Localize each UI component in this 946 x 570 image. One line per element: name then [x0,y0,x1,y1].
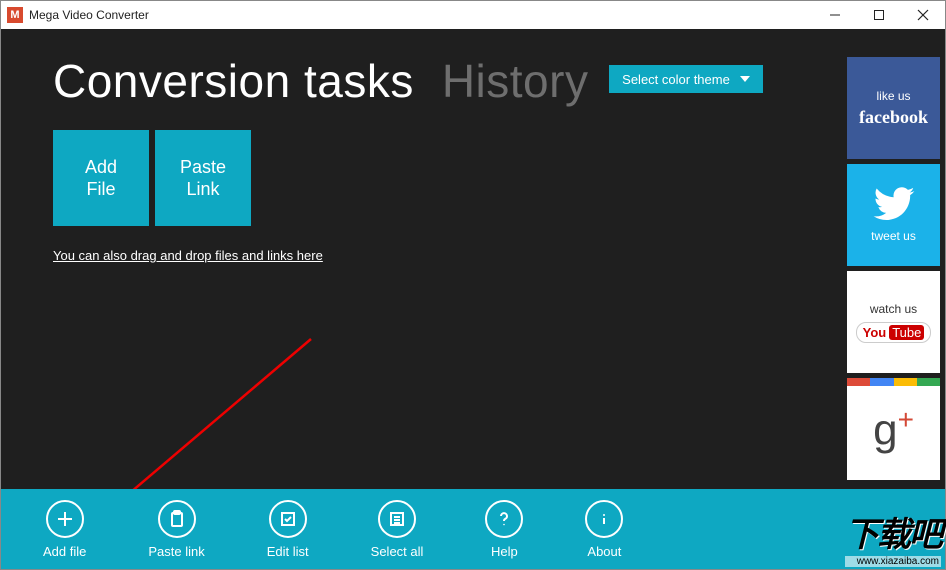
twitter-icon [873,187,915,221]
google-stripe-icon [847,378,940,386]
tab-conversion-tasks[interactable]: Conversion tasks [53,54,414,108]
help-button[interactable]: Help [485,500,523,559]
plus-icon [56,510,74,528]
select-all-icon [388,510,406,528]
select-all-button[interactable]: Select all [371,500,424,559]
close-button[interactable] [901,1,945,29]
content-area: Select color theme Conversion tasks Hist… [1,29,945,489]
window-title: Mega Video Converter [29,8,813,22]
main-panel: Conversion tasks History Add File Paste … [1,29,847,489]
add-file-button[interactable]: Add file [43,500,86,559]
facebook-icon: facebook [859,107,928,128]
twitter-tile[interactable]: tweet us [847,164,940,266]
app-icon: M [7,7,23,23]
bottom-toolbar: Add file Paste link Edit list Select all… [1,489,945,569]
info-icon [595,510,613,528]
facebook-tile[interactable]: like us facebook [847,57,940,159]
maximize-button[interactable] [857,1,901,29]
watermark: 下载吧 www.xiazaiba.com [845,507,941,567]
tabs: Conversion tasks History [53,54,847,108]
youtube-icon: YouTube [856,322,932,343]
minimize-button[interactable] [813,1,857,29]
edit-icon [279,510,297,528]
app-window: M Mega Video Converter Select color them… [0,0,946,570]
question-icon [495,510,513,528]
add-file-tile[interactable]: Add File [53,130,149,226]
tab-history[interactable]: History [442,54,589,108]
clipboard-icon [168,510,186,528]
titlebar: M Mega Video Converter [1,1,945,29]
edit-list-button[interactable]: Edit list [267,500,309,559]
about-button[interactable]: About [585,500,623,559]
google-plus-icon: g+ [873,406,914,453]
paste-link-tile[interactable]: Paste Link [155,130,251,226]
drag-drop-hint[interactable]: You can also drag and drop files and lin… [53,248,847,263]
paste-link-button[interactable]: Paste link [148,500,204,559]
social-sidebar: like us facebook tweet us watch us YouTu… [847,29,945,489]
youtube-tile[interactable]: watch us YouTube [847,271,940,373]
google-plus-tile[interactable]: g+ [847,378,940,480]
